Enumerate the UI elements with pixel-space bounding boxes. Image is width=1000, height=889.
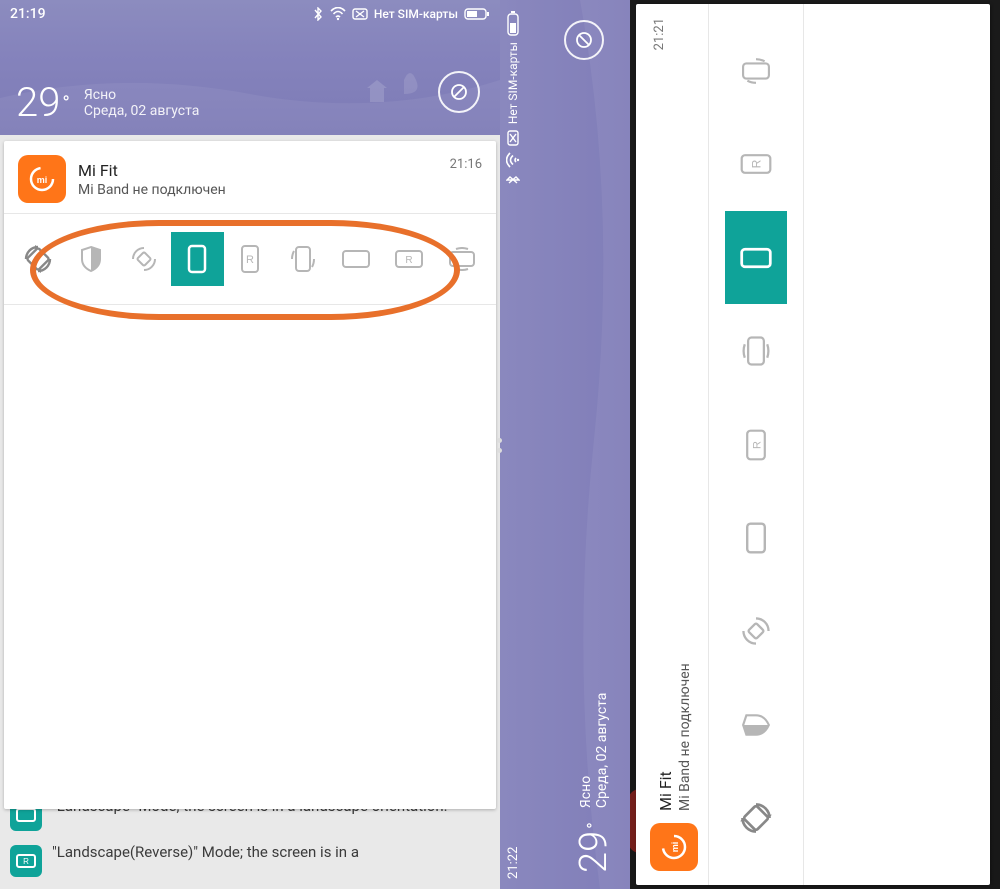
weather-condition: Ясно (578, 693, 594, 809)
mode-portrait-sensor[interactable] (276, 232, 329, 286)
notification-row[interactable]: mi Mi Fit Mi Band не подключен 21:21 (636, 4, 708, 885)
portrait-icon (187, 244, 207, 274)
shield-half-icon (80, 245, 102, 273)
notification-card[interactable]: mi Mi Fit Mi Band не подключен 21:16 (4, 141, 496, 809)
notification-row[interactable]: mi Mi Fit Mi Band не подключен 21:16 (4, 141, 496, 213)
notification-title: Mi Fit (78, 161, 438, 180)
wifi-icon (506, 152, 520, 168)
svg-text:R: R (246, 254, 254, 266)
notification-shade-header: 21:19 Нет SIM-карты 29° Ясно Среда, 02 а… (0, 0, 500, 135)
wifi-icon (330, 7, 346, 21)
mi-fit-app-icon: mi (650, 823, 698, 871)
battery-icon (464, 8, 490, 20)
bluetooth-icon (506, 174, 520, 186)
status-time: 21:19 (10, 6, 46, 22)
auto-rotate-icon (22, 243, 54, 275)
mode-rotate-free[interactable] (725, 585, 787, 678)
hint-text-2: "Landscape(Reverse)" Mode; the screen is… (52, 843, 359, 861)
do-not-disturb-icon (575, 31, 593, 49)
mode-landscape-sensor[interactable] (725, 304, 787, 397)
landscape-reverse-chip-icon: R (10, 845, 42, 877)
svg-text:R: R (751, 441, 763, 449)
svg-text:R: R (23, 857, 29, 866)
portrait-sensor-icon (739, 57, 773, 85)
portrait-reverse-r-icon: R (240, 244, 260, 274)
mode-guard[interactable] (65, 232, 118, 286)
bluetooth-icon (312, 7, 324, 21)
battery-icon (507, 10, 519, 36)
do-not-disturb-icon (450, 83, 468, 101)
landscape-sensor-icon (742, 333, 770, 369)
no-sim-icon (507, 130, 519, 146)
mode-landscape-sensor[interactable] (435, 232, 488, 286)
notification-time: 21:16 (450, 157, 482, 172)
mode-auto-rotate[interactable] (12, 232, 65, 286)
notification-shade-header: 21:22 Нет SIM-карты 29 ° Ясно Среда, 02 а… (500, 0, 630, 889)
notification-card[interactable]: mi Mi Fit Mi Band не подключен 21:21 (636, 4, 990, 885)
portrait-reverse-r-icon: R (739, 153, 773, 175)
weather-temp: 29 (572, 831, 616, 873)
landscape-inner: Поиск Популярное YouTube YouTube Популяр… (500, 0, 1000, 889)
status-bar: 21:19 Нет SIM-карты (0, 0, 500, 28)
landscape-reverse-r-icon: R (394, 249, 424, 269)
mode-portrait[interactable] (171, 232, 224, 286)
comparison-stage: 21:19 Нет SIM-карты 29° Ясно Среда, 02 а… (0, 0, 1000, 889)
mode-auto-rotate[interactable] (725, 772, 787, 865)
phone-portrait: 21:19 Нет SIM-карты 29° Ясно Среда, 02 а… (0, 0, 500, 889)
mode-portrait-sensor[interactable] (725, 24, 787, 117)
no-sim-icon (352, 8, 368, 20)
weather-date: Среда, 02 августа (594, 693, 610, 809)
notification-body: Mi Band не подключен (78, 182, 438, 198)
auto-rotate-icon (738, 800, 774, 836)
rotate-both-icon (740, 615, 772, 647)
landscape-reverse-r-icon: R (745, 428, 767, 462)
shield-half-icon (741, 713, 771, 737)
orientation-toggle-row: R R (4, 214, 496, 304)
mode-landscape-reverse[interactable]: R (382, 232, 435, 286)
degree-symbol: ° (584, 822, 605, 829)
weather-temp: 29 (16, 83, 60, 123)
separator (803, 4, 804, 885)
orientation-toggle-row: R R (709, 4, 803, 885)
mi-fit-app-icon: mi (18, 155, 66, 203)
notification-title: Mi Fit (656, 62, 675, 811)
landscape-icon (745, 521, 767, 555)
phone-landscape-rotated: Поиск Популярное YouTube YouTube Популяр… (500, 0, 1000, 889)
settings-shade-button[interactable] (564, 20, 604, 60)
weather-date: Среда, 02 августа (84, 103, 200, 119)
status-time: 21:22 (506, 847, 521, 879)
svg-text:mi: mi (37, 175, 48, 185)
pager-dots (497, 438, 502, 453)
mode-portrait-reverse[interactable]: R (725, 118, 787, 211)
notification-time: 21:21 (652, 18, 667, 50)
degree-symbol: ° (62, 91, 69, 115)
mode-portrait[interactable] (725, 211, 787, 304)
portrait-icon (739, 247, 773, 269)
mode-guard[interactable] (725, 678, 787, 771)
weather-condition: Ясно (84, 87, 200, 103)
portrait-sensor-icon (290, 244, 316, 274)
separator (4, 304, 496, 305)
mode-landscape[interactable] (725, 491, 787, 584)
svg-text:R: R (749, 160, 763, 169)
svg-text:mi: mi (670, 842, 680, 853)
svg-text:R: R (405, 255, 412, 266)
mode-portrait-reverse[interactable]: R (224, 232, 277, 286)
status-bar: 21:22 Нет SIM-карты (500, 0, 526, 889)
mode-landscape-reverse[interactable]: R (725, 398, 787, 491)
mode-landscape[interactable] (329, 232, 382, 286)
notification-body: Mi Band не подключен (677, 62, 693, 811)
settings-shade-button[interactable] (438, 71, 480, 113)
status-sim-text: Нет SIM-карты (374, 7, 458, 21)
landscape-sensor-icon (446, 247, 478, 271)
status-sim-text: Нет SIM-карты (506, 42, 520, 124)
landscape-icon (341, 249, 371, 269)
rotate-both-icon (130, 245, 158, 273)
mode-rotate-free[interactable] (118, 232, 171, 286)
